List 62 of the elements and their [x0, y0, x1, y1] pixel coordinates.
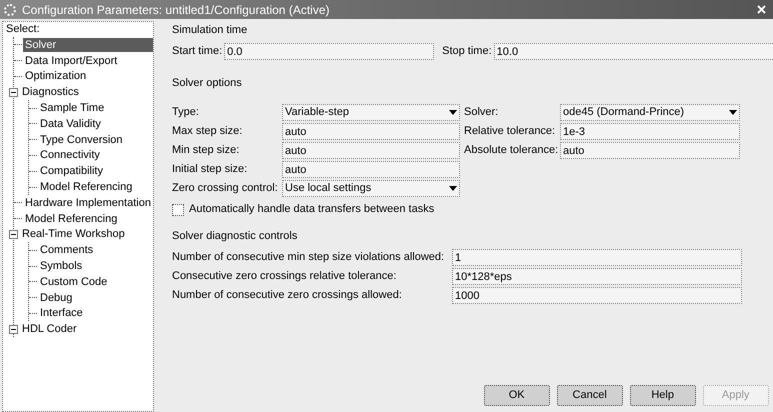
collapse-icon[interactable] — [9, 88, 18, 97]
tree-item[interactable]: Data Validity — [38, 116, 103, 131]
dialog-button[interactable]: OK — [484, 385, 550, 406]
tree-item[interactable]: Custom Code — [38, 274, 110, 289]
dialog-button[interactable]: Cancel — [556, 385, 623, 406]
checkbox[interactable] — [172, 204, 184, 216]
tree-item[interactable]: Sample Time — [38, 101, 106, 116]
field-label: Type: — [172, 105, 200, 120]
tree-item[interactable]: Symbols — [38, 259, 84, 274]
tree-item[interactable]: HDL Coder — [20, 322, 79, 336]
field-label: Zero crossing control: — [172, 181, 279, 196]
tree-item[interactable]: Hardware Implementation — [23, 196, 153, 210]
dropdown[interactable]: Variable-step — [282, 104, 460, 121]
tree-item[interactable]: Debug — [38, 290, 74, 305]
tree-item[interactable]: Diagnostics — [20, 85, 81, 100]
tree-item[interactable]: Optimization — [23, 69, 88, 84]
tree-item[interactable]: Interface — [38, 306, 85, 320]
section-title: Solver options — [172, 76, 243, 91]
tree-title: Select: — [5, 22, 41, 37]
tree-item[interactable]: Real-Time Workshop — [20, 227, 127, 242]
dropdown[interactable]: ode45 (Dormand-Prince) — [560, 104, 740, 121]
field-label: Relative tolerance: — [464, 124, 556, 140]
tree-item[interactable]: Comments — [38, 243, 96, 258]
caret-icon — [449, 186, 457, 191]
field-label: Solver: — [464, 105, 500, 120]
input-field[interactable]: 1 — [452, 249, 742, 266]
caret-icon — [449, 110, 457, 115]
input-field[interactable]: auto — [282, 123, 460, 140]
section-title: Simulation time — [172, 23, 248, 38]
tree-item[interactable]: Model Referencing — [38, 180, 134, 194]
input-field[interactable]: auto — [282, 161, 460, 178]
collapse-icon[interactable] — [9, 324, 18, 334]
input-field[interactable]: 1e-3 — [560, 123, 740, 140]
field-label: Initial step size: — [172, 162, 248, 178]
input-field[interactable]: auto — [282, 142, 460, 159]
input-field[interactable]: 1000 — [452, 287, 742, 304]
collapse-icon[interactable] — [9, 230, 18, 239]
caret-icon — [729, 110, 737, 115]
field-label: Start time: — [172, 44, 222, 60]
input-field[interactable]: auto — [560, 142, 740, 159]
tree-item[interactable]: Compatibility — [38, 164, 105, 178]
close-icon — [756, 5, 766, 14]
tree-item[interactable]: Connectivity — [38, 148, 102, 162]
tree-item[interactable]: Data Import/Export — [23, 54, 120, 68]
input-field[interactable]: 10*128*eps — [452, 268, 742, 285]
field-label: Absolute tolerance: — [464, 143, 560, 158]
dialog-button[interactable]: Help — [630, 385, 696, 406]
input-field[interactable]: 10.0 — [494, 43, 773, 60]
field-label: Min step size: — [172, 143, 240, 158]
field-label: Number of consecutive min step size violations allowed: — [172, 250, 446, 266]
field-label: Consecutive zero crossings relative tolerance: — [172, 269, 398, 284]
section-title: Solver diagnostic controls — [172, 229, 298, 244]
checkbox-label: Automatically handle data transfers between tasks — [189, 202, 434, 218]
tree-item[interactable]: Type Conversion — [38, 132, 125, 147]
tree-item[interactable]: Model Referencing — [23, 212, 120, 226]
field-label: Number of consecutive zero crossings allowed: — [172, 288, 403, 304]
input-field[interactable]: 0.0 — [224, 43, 434, 60]
window-title: Configuration Parameters: untitled1/Configuration (Active) — [22, 2, 330, 18]
tree-item[interactable]: Solver — [23, 38, 153, 52]
dropdown[interactable]: Use local settings — [282, 180, 460, 197]
field-label: Max step size: — [172, 124, 244, 140]
field-label: Stop time: — [442, 44, 492, 60]
